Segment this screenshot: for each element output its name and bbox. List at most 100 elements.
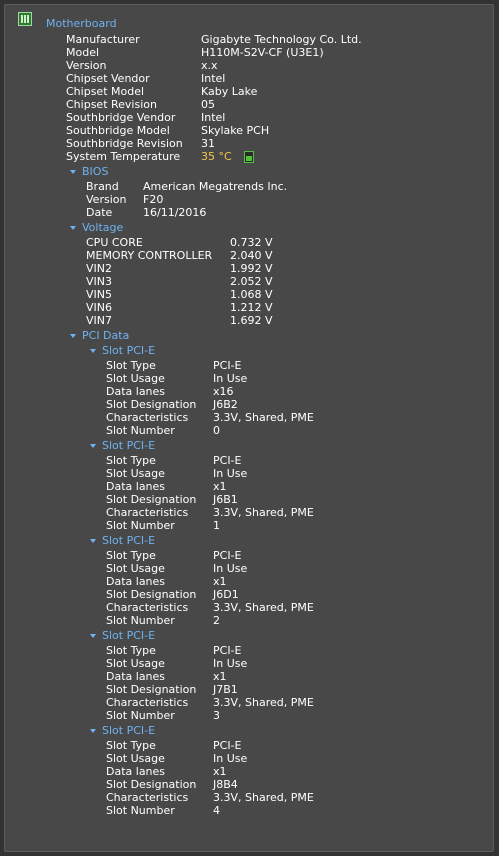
property-label: Slot Usage [106, 562, 165, 575]
pci-slot-property-row[interactable]: Slot Number 1 [0, 519, 499, 532]
pci-slot-property-row[interactable]: Characteristics 3.3V, Shared, PME [0, 506, 499, 519]
property-value: 3.3V, Shared, PME [213, 506, 314, 519]
property-value: 31 [201, 137, 215, 150]
bios-property-row[interactable]: Brand American Megatrends Inc. [0, 180, 499, 193]
property-value: 1.212 V [230, 301, 273, 314]
voltage-property-row[interactable]: MEMORY CONTROLLER 2.040 V [0, 249, 499, 262]
motherboard-property-row[interactable]: Chipset Vendor Intel [0, 72, 499, 85]
pci-slot-property-row[interactable]: Slot Usage In Use [0, 467, 499, 480]
bios-property-row[interactable]: Version F20 [0, 193, 499, 206]
pci-slot-property-row[interactable]: Slot Designation J6B2 [0, 398, 499, 411]
pci-slot-property-row[interactable]: Slot Type PCI-E [0, 549, 499, 562]
pci-slot-header[interactable]: Slot PCI-E [0, 439, 499, 452]
motherboard-property-row[interactable]: Southbridge Model Skylake PCH [0, 124, 499, 137]
collapse-arrow-icon[interactable] [70, 334, 76, 338]
pci-slot-property-row[interactable]: Slot Designation J6D1 [0, 588, 499, 601]
pci-data-group-header[interactable]: PCI Data [0, 329, 499, 342]
pci-slot-header[interactable]: Slot PCI-E [0, 724, 499, 737]
bios-property-row[interactable]: Date 16/11/2016 [0, 206, 499, 219]
pci-slot-property-row[interactable]: Slot Number 0 [0, 424, 499, 437]
property-value: In Use [213, 372, 248, 385]
collapse-arrow-icon[interactable] [70, 170, 76, 174]
pci-slot-property-row[interactable]: Slot Type PCI-E [0, 739, 499, 752]
voltage-property-row[interactable]: VIN7 1.692 V [0, 314, 499, 327]
property-value: H110M-S2V-CF (U3E1) [201, 46, 324, 59]
collapse-arrow-icon[interactable] [70, 226, 76, 230]
property-value: 05 [201, 98, 215, 111]
pci-slot-property-row[interactable]: Data lanes x1 [0, 480, 499, 493]
pci-slot-property-row[interactable]: Characteristics 3.3V, Shared, PME [0, 791, 499, 804]
property-label: Date [86, 206, 113, 219]
motherboard-property-row[interactable]: Chipset Revision 05 [0, 98, 499, 111]
property-label: Version [86, 193, 127, 206]
voltage-property-row[interactable]: VIN5 1.068 V [0, 288, 499, 301]
voltage-property-row[interactable]: VIN6 1.212 V [0, 301, 499, 314]
system-temperature-row[interactable]: System Temperature 35 °C [0, 150, 499, 163]
voltage-property-row[interactable]: CPU CORE 0.732 V [0, 236, 499, 249]
property-value: 1.068 V [230, 288, 273, 301]
collapse-arrow-icon[interactable] [90, 729, 96, 733]
pci-slot-property-row[interactable]: Slot Type PCI-E [0, 454, 499, 467]
property-label: Slot Designation [106, 493, 197, 506]
collapse-arrow-icon[interactable] [90, 634, 96, 638]
property-value: 0.732 V [230, 236, 273, 249]
bios-group-header[interactable]: BIOS [0, 165, 499, 178]
pci-slot-property-row[interactable]: Slot Number 3 [0, 709, 499, 722]
property-value: PCI-E [213, 739, 242, 752]
pci-slot-header[interactable]: Slot PCI-E [0, 629, 499, 642]
pci-slot-property-row[interactable]: Characteristics 3.3V, Shared, PME [0, 696, 499, 709]
motherboard-property-row[interactable]: Version x.x [0, 59, 499, 72]
motherboard-property-row[interactable]: Southbridge Revision 31 [0, 137, 499, 150]
motherboard-property-row[interactable]: Chipset Model Kaby Lake [0, 85, 499, 98]
property-value: x1 [213, 765, 227, 778]
property-value: 2.052 V [230, 275, 273, 288]
motherboard-property-row[interactable]: Southbridge Vendor Intel [0, 111, 499, 124]
pci-slot-property-row[interactable]: Slot Usage In Use [0, 752, 499, 765]
pci-slot-property-row[interactable]: Characteristics 3.3V, Shared, PME [0, 601, 499, 614]
voltage-group-header[interactable]: Voltage [0, 221, 499, 234]
group-label: Slot PCI-E [102, 344, 156, 357]
property-value: 2 [213, 614, 220, 627]
pci-slot-property-row[interactable]: Data lanes x1 [0, 765, 499, 778]
pci-slot-property-row[interactable]: Slot Type PCI-E [0, 359, 499, 372]
collapse-arrow-icon[interactable] [90, 539, 96, 543]
pci-slot-property-row[interactable]: Slot Designation J7B1 [0, 683, 499, 696]
group-label: PCI Data [82, 329, 130, 342]
motherboard-property-row[interactable]: Model H110M-S2V-CF (U3E1) [0, 46, 499, 59]
property-value: 1 [213, 519, 220, 532]
pci-slot-property-row[interactable]: Slot Number 4 [0, 804, 499, 817]
pci-slot-property-row[interactable]: Slot Usage In Use [0, 562, 499, 575]
pci-slot-property-row[interactable]: Slot Number 2 [0, 614, 499, 627]
property-label: Slot Usage [106, 467, 165, 480]
property-label: VIN2 [86, 262, 112, 275]
property-value: Gigabyte Technology Co. Ltd. [201, 33, 362, 46]
collapse-arrow-icon[interactable] [90, 444, 96, 448]
pci-slot-property-row[interactable]: Data lanes x16 [0, 385, 499, 398]
pci-slot-header[interactable]: Slot PCI-E [0, 534, 499, 547]
pci-slot-property-row[interactable]: Slot Usage In Use [0, 657, 499, 670]
voltage-property-row[interactable]: VIN2 1.992 V [0, 262, 499, 275]
property-value: PCI-E [213, 644, 242, 657]
property-label: Slot Designation [106, 683, 197, 696]
property-label: Chipset Revision [66, 98, 157, 111]
property-label: Slot Type [106, 549, 156, 562]
property-label: Version [66, 59, 107, 72]
property-value: In Use [213, 467, 248, 480]
pci-slot-property-row[interactable]: Slot Designation J8B4 [0, 778, 499, 791]
property-label: Slot Type [106, 454, 156, 467]
property-label: Model [66, 46, 100, 59]
property-value: Intel [201, 111, 226, 124]
property-label: Slot Number [106, 614, 175, 627]
pci-slot-property-row[interactable]: Slot Usage In Use [0, 372, 499, 385]
pci-slot-header[interactable]: Slot PCI-E [0, 344, 499, 357]
pci-slot-property-row[interactable]: Slot Type PCI-E [0, 644, 499, 657]
pci-slot-property-row[interactable]: Characteristics 3.3V, Shared, PME [0, 411, 499, 424]
voltage-property-row[interactable]: VIN3 2.052 V [0, 275, 499, 288]
motherboard-property-row[interactable]: Manufacturer Gigabyte Technology Co. Ltd. [0, 33, 499, 46]
section-title[interactable]: Motherboard [46, 17, 117, 30]
pci-slot-property-row[interactable]: Data lanes x1 [0, 670, 499, 683]
property-value: Intel [201, 72, 226, 85]
pci-slot-property-row[interactable]: Data lanes x1 [0, 575, 499, 588]
collapse-arrow-icon[interactable] [90, 349, 96, 353]
pci-slot-property-row[interactable]: Slot Designation J6B1 [0, 493, 499, 506]
